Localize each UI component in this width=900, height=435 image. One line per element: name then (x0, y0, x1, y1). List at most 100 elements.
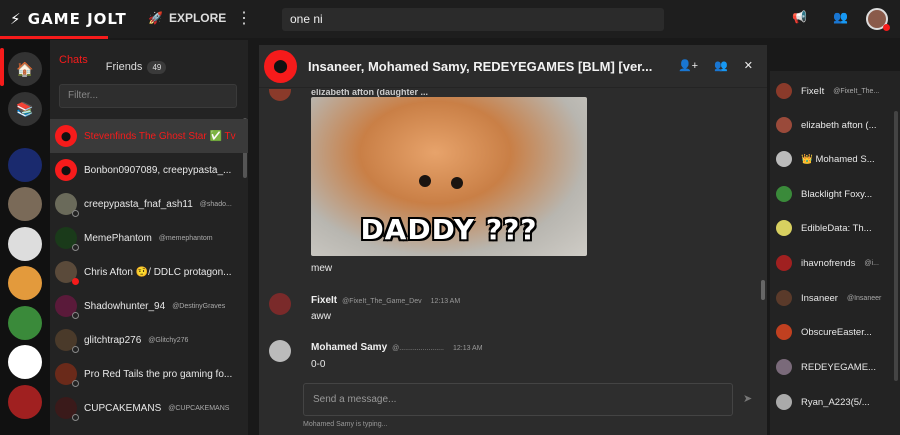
chat-handle: @Glitchy276 (148, 336, 189, 344)
chat-list-item[interactable]: Shadowhunter_94 @DestinyGraves (50, 289, 248, 323)
explore-link[interactable]: 🚀 EXPLORE (148, 11, 226, 25)
member-item[interactable]: elizabeth afton (... (776, 115, 888, 135)
gamejolt-logo[interactable]: ⚡ GAME JOLT (10, 10, 127, 28)
avatar (776, 186, 792, 202)
avatar (55, 363, 79, 387)
avatar (55, 329, 79, 353)
kitten-eye (419, 175, 431, 187)
avatar (776, 290, 792, 306)
member-name: 👑 Mohamed S... (801, 153, 875, 165)
user-group-icon[interactable]: 👥 (833, 10, 848, 24)
message-author[interactable]: FixeIt (311, 295, 337, 306)
members-icon[interactable]: 👥 (714, 59, 728, 72)
close-icon[interactable]: ✕ (744, 59, 753, 72)
search-input[interactable]: one ni (282, 8, 664, 31)
member-name: EdibleData: Th... (801, 222, 872, 234)
group-chat-icon: ⬤ (55, 125, 77, 147)
message-header: FixeIt @FixeIt_The_Game_Dev 12:13 AM (311, 295, 460, 306)
chat-name: Chris Afton 🤨/ DDLC protagon... (84, 266, 232, 278)
explore-label: EXPLORE (168, 11, 227, 25)
chat-name: Stevenfinds The Ghost Star ✅ Tv (84, 130, 236, 142)
avatar[interactable] (269, 293, 291, 315)
left-rail: 🏠 📚 (0, 40, 50, 435)
rail-community-avatar[interactable] (8, 227, 42, 261)
chat-list-item[interactable]: ⬤ Stevenfinds The Ghost Star ✅ Tv (50, 119, 248, 153)
member-name: Ryan_A223(5/... (801, 396, 870, 408)
rail-community-avatar[interactable] (8, 266, 42, 300)
rail-community-avatar[interactable] (8, 385, 42, 419)
message-text: aww (311, 311, 332, 322)
member-name: FixeIt (801, 85, 825, 97)
chat-list-item[interactable]: ⬤ Bonbon0907089, creepypasta_... (50, 153, 248, 187)
member-item[interactable]: FixeIt @FixeIt_The... (776, 81, 888, 101)
message-text: mew (311, 263, 333, 274)
lobby-icon[interactable]: 🏠 (8, 52, 42, 86)
avatar[interactable] (269, 340, 291, 362)
library-icon[interactable]: 📚 (8, 92, 42, 126)
avatar (776, 151, 792, 167)
filter-input[interactable]: Filter... (59, 84, 237, 108)
message-handle: @FixeIt_The_Game_Dev (342, 298, 422, 305)
avatar (269, 89, 291, 101)
gif-caption: DADDY ??? (360, 213, 538, 246)
rail-community-avatar[interactable] (8, 306, 42, 340)
members-scrollbar[interactable] (894, 111, 898, 381)
member-item[interactable]: EdibleData: Th... (776, 218, 888, 238)
kitten-eye (451, 177, 463, 189)
avatar (776, 324, 792, 340)
rail-community-avatar[interactable] (8, 345, 42, 379)
member-item[interactable]: ihavnofrends @i... (776, 253, 888, 273)
member-item[interactable]: Insaneer @Insaneer (776, 288, 888, 308)
member-name: ihavnofrends (801, 257, 856, 269)
chat-list-panel: Chats Friends 49 Filter... ⬤ Stevenfinds… (50, 40, 248, 435)
avatar (776, 255, 792, 271)
rail-community-avatar[interactable] (8, 187, 42, 221)
rail-community-avatar[interactable] (8, 148, 42, 182)
send-icon[interactable]: ➤ (743, 392, 752, 405)
tab-friends-label: Friends (105, 61, 143, 73)
user-avatar[interactable] (866, 8, 890, 31)
avatar (55, 261, 79, 285)
member-name: Insaneer (801, 292, 838, 304)
message-author[interactable]: Mohamed Samy (311, 342, 387, 353)
message-list: elizabeth afton (daughter ... DADDY ??? … (259, 89, 759, 371)
chat-name: glitchtrap276 (84, 334, 142, 346)
member-name: elizabeth afton (... (801, 119, 877, 131)
chat-list-item[interactable]: creepypasta_fnaf_ash11 @shado... (50, 187, 248, 221)
more-menu-icon[interactable]: ⋮ (236, 8, 252, 28)
chat-title[interactable]: Insaneer, Mohamed Samy, REDEYEGAMES [BLM… (308, 59, 652, 74)
chat-window: ⬤ Insaneer, Mohamed Samy, REDEYEGAMES [B… (259, 45, 767, 435)
chat-scrollbar[interactable] (761, 280, 765, 300)
chat-list-item[interactable]: Pro Red Tails the pro gaming fo... (50, 357, 248, 391)
tab-chats[interactable]: Chats (59, 54, 88, 80)
explore-icon: 🚀 (148, 11, 163, 25)
chat-handle: @shado... (199, 200, 232, 208)
chat-list-item[interactable]: CUPCAKEMANS @CUPCAKEMANS (50, 391, 248, 425)
tab-friends[interactable]: Friends 49 (106, 54, 167, 80)
message-header: Mohamed Samy @....................... 12… (311, 342, 483, 353)
member-item[interactable]: 👑 Mohamed S... (776, 149, 888, 169)
avatar (776, 220, 792, 236)
chat-list-item[interactable]: glitchtrap276 @Glitchy276 (50, 323, 248, 357)
avatar (55, 397, 79, 421)
rail-active-indicator (0, 48, 4, 86)
avatar (776, 394, 792, 410)
member-item[interactable]: ObscureEaster... (776, 322, 888, 342)
top-nav-bar: ⚡ GAME JOLT 🚀 EXPLORE ⋮ one ni 📢 👥 (0, 0, 900, 39)
avatar (55, 295, 79, 319)
chat-name: creepypasta_fnaf_ash11 (84, 198, 193, 210)
chat-list-item[interactable]: MemePhantom @memephantom (50, 221, 248, 255)
group-chat-icon: ⬤ (264, 49, 297, 83)
chat-list-item[interactable]: Chris Afton 🤨/ DDLC protagon... (50, 255, 248, 289)
member-item[interactable]: REDEYEGAME... (776, 357, 888, 377)
logo-text: GAME JOLT (27, 10, 127, 28)
member-item[interactable]: Blacklight Foxy... (776, 184, 888, 204)
member-item[interactable]: Ryan_A223(5/... (776, 392, 888, 412)
group-chat-icon: ⬤ (55, 159, 77, 181)
logo-active-underline (0, 36, 108, 39)
member-name: Blacklight Foxy... (801, 188, 873, 200)
kitten-gif-image[interactable]: DADDY ??? (311, 97, 587, 256)
add-member-icon[interactable]: 👤+ (678, 59, 698, 72)
message-input[interactable]: Send a message... (303, 383, 733, 416)
broadcast-icon[interactable]: 📢 (792, 10, 807, 24)
